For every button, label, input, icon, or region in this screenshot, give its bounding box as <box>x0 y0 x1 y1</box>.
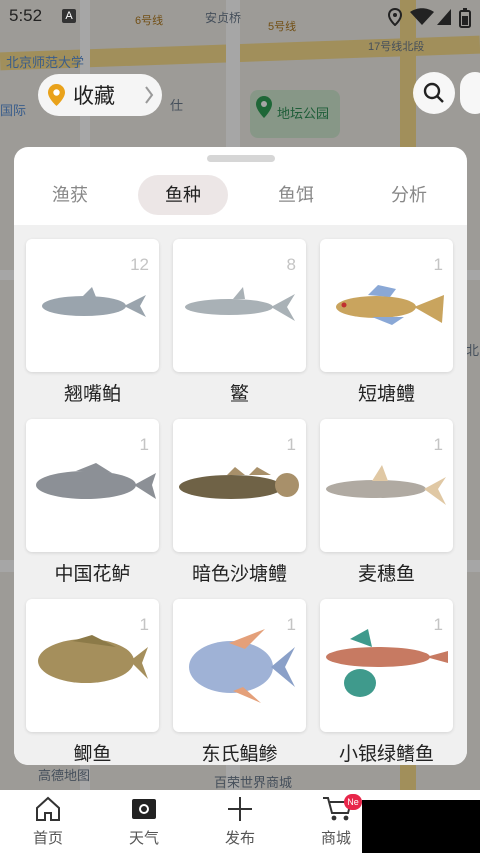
fish-card[interactable]: 1 <box>320 239 453 372</box>
wifi-icon <box>410 8 434 25</box>
battery-icon <box>459 8 471 28</box>
nav-publish[interactable]: 发布 <box>192 790 288 853</box>
nav-weather-label: 天气 <box>128 830 159 847</box>
fish-card[interactable]: 1 <box>320 599 453 732</box>
fish-card[interactable]: 8 <box>173 239 306 372</box>
app-notification-icon: A <box>62 9 76 23</box>
fish-name: 中国花鲈 <box>54 564 131 585</box>
fish-name: 小银绿鳍鱼 <box>338 744 434 765</box>
sheet-drag-handle[interactable] <box>207 155 275 162</box>
fish-card[interactable]: 1 <box>320 419 453 552</box>
status-bar: 5:52 A <box>0 0 480 34</box>
fish-image <box>179 467 299 499</box>
fish-image <box>326 629 448 697</box>
search-button[interactable] <box>413 72 455 114</box>
map-layer-button[interactable] <box>460 72 480 114</box>
fish-name: 暗色沙塘鳢 <box>191 564 287 585</box>
fish-species-sheet: 渔获 鱼种 鱼饵 分析 12 翘嘴鲌 8 鳘 1 短塘鳢 1 中国花鲈 1 暗色… <box>14 147 467 765</box>
fish-card[interactable]: 1 <box>26 599 159 732</box>
fish-card[interactable]: 1 <box>173 419 306 552</box>
tab-analysis[interactable]: 分析 <box>364 175 454 215</box>
map-pin-icon <box>48 84 65 106</box>
fish-image <box>42 287 146 317</box>
fish-name: 鳘 <box>229 384 249 405</box>
fish-image <box>36 463 156 499</box>
signal-icon <box>437 9 451 25</box>
new-badge: Ne <box>344 794 362 810</box>
fish-image <box>336 285 444 325</box>
fish-name: 翘嘴鲌 <box>63 384 121 405</box>
screen-occlusion <box>362 800 480 853</box>
fish-image <box>38 635 148 683</box>
nav-home-label: 首页 <box>32 830 63 847</box>
fish-card[interactable]: 1 <box>26 419 159 552</box>
sheet-tabs: 渔获 鱼种 鱼饵 分析 <box>14 175 467 215</box>
tab-species[interactable]: 鱼种 <box>138 175 228 215</box>
favorites-button[interactable]: 收藏 <box>38 74 162 116</box>
fish-name: 东氏鲳鲹 <box>201 744 278 765</box>
status-time: 5:52 <box>9 6 43 25</box>
fish-image <box>189 629 295 703</box>
fish-name: 鲫鱼 <box>73 744 112 765</box>
nav-weather[interactable]: 天气 <box>96 790 192 853</box>
weather-icon <box>132 799 156 819</box>
home-icon <box>36 796 60 821</box>
tab-catch[interactable]: 渔获 <box>25 175 115 215</box>
search-icon <box>423 82 444 103</box>
fish-card[interactable]: 1 <box>173 599 306 732</box>
chevron-right-icon <box>145 86 154 104</box>
fish-name: 麦穗鱼 <box>357 564 415 585</box>
favorites-label: 收藏 <box>73 85 115 108</box>
nav-publish-label: 发布 <box>224 830 255 847</box>
nav-home[interactable]: 首页 <box>0 790 96 853</box>
plus-icon <box>228 797 252 821</box>
fish-grid[interactable]: 12 翘嘴鲌 8 鳘 1 短塘鳢 1 中国花鲈 1 暗色沙塘鳢 1 麦穗鱼 1 … <box>14 225 467 765</box>
fish-card[interactable]: 12 <box>26 239 159 372</box>
fish-image <box>326 465 446 505</box>
fish-name: 短塘鳢 <box>357 384 415 405</box>
tab-bait[interactable]: 鱼饵 <box>251 175 341 215</box>
location-icon <box>387 8 403 26</box>
fish-image <box>185 287 295 321</box>
